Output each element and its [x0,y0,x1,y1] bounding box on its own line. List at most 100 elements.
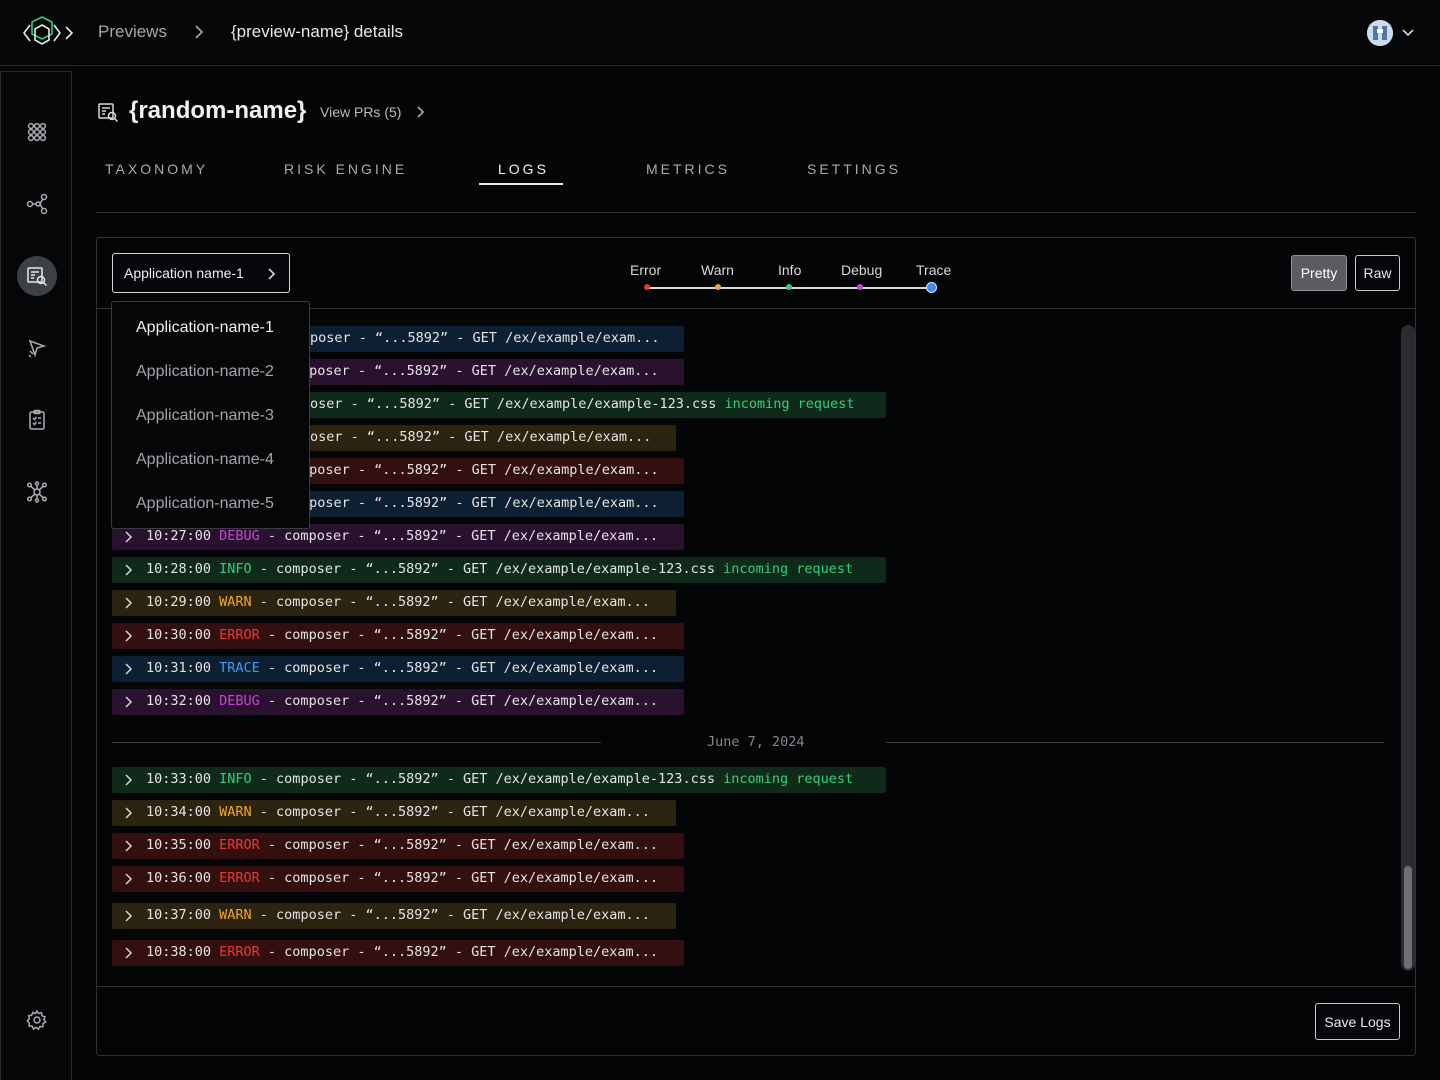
sidebar-item-checklist[interactable] [17,400,57,440]
sidebar-item-graph[interactable] [17,184,57,224]
chevron-right-icon[interactable] [122,772,134,788]
log-row[interactable]: 10:29:00 WARN - composer - “...5892” - G… [112,590,676,616]
dropdown-item[interactable]: Application-name-1 [136,319,274,337]
log-message: 10:35:00 ERROR - composer - “...5892” - … [146,837,658,853]
dropdown-item[interactable]: Application-name-5 [136,495,274,513]
log-level: ERROR [219,627,260,643]
save-logs-button[interactable]: Save Logs [1315,1003,1400,1040]
sidebar-item-network[interactable] [17,472,57,512]
deploy-icon [28,339,47,358]
chevron-right-icon[interactable] [414,104,426,120]
tab-metrics[interactable]: METRICS [646,161,730,177]
application-select[interactable]: Application name-1 [112,253,290,293]
checklist-icon [29,409,45,430]
tab-settings[interactable]: SETTINGS [807,161,901,177]
log-message: 10:27:00 DEBUG - composer - “...5892” - … [146,528,658,544]
log-time: 10:33:00 [146,771,220,787]
dropdown-item[interactable]: Application-name-4 [136,451,274,469]
chevron-right-icon[interactable] [122,595,134,611]
tab-taxonomy[interactable]: TAXONOMY [105,161,208,177]
dropdown-item[interactable]: Application-name-3 [136,407,274,425]
log-scrollbar-thumb[interactable] [1404,866,1412,969]
chevron-right-icon[interactable] [122,661,134,677]
log-text: - composer - “...5892” - GET /ex/example… [259,627,659,643]
breadcrumb-previews[interactable]: Previews [98,22,167,42]
logo-icon[interactable] [22,14,76,52]
level-warn-label[interactable]: Warn [701,262,734,278]
log-text: - composer - “...5892” - GET /ex/example… [251,561,724,577]
log-row[interactable]: 10:35:00 ERROR - composer - “...5892” - … [112,833,684,859]
previews-icon [98,103,119,123]
chevron-right-icon[interactable] [122,694,134,710]
tab-risk-engine[interactable]: RISK ENGINE [284,161,407,177]
previews-icon [27,267,48,287]
chevron-right-icon[interactable] [122,529,134,545]
log-text: - composer - “...5892” - GET /ex/example… [259,693,659,709]
level-trace-label[interactable]: Trace [916,262,951,278]
top-bar: Previews {preview-name} details [0,0,1440,66]
log-row[interactable]: 10:36:00 ERROR - composer - “...5892” - … [112,866,684,892]
footer-divider [96,986,1416,987]
log-message: 10:28:00 INFO - composer - “...5892” - G… [146,561,853,577]
level-info-label[interactable]: Info [778,262,801,278]
log-level: INFO [219,561,252,577]
level-error-label[interactable]: Error [630,262,661,278]
log-row[interactable]: 10:28:00 INFO - composer - “...5892” - G… [112,557,886,583]
sidebar-item-deploy[interactable] [17,328,57,368]
log-level: WARN [219,907,252,923]
chevron-right-icon[interactable] [122,908,134,924]
log-row[interactable]: 10:38:00 ERROR - composer - “...5892” - … [112,940,684,966]
log-row[interactable]: 10:30:00 ERROR - composer - “...5892” - … [112,623,684,649]
log-text: - composer - “...5892” - GET /ex/example… [259,944,659,960]
log-row[interactable]: 10:31:00 TRACE - composer - “...5892” - … [112,656,684,682]
chevron-right-icon[interactable] [122,945,134,961]
breadcrumb-chevron-icon [195,25,204,39]
log-row[interactable]: 10:34:00 WARN - composer - “...5892” - G… [112,800,676,826]
avatar[interactable] [1367,20,1393,46]
chevron-right-icon[interactable] [122,838,134,854]
log-text: - composer - “...5892” - GET /ex/example… [251,907,650,923]
pretty-button[interactable]: Pretty [1291,255,1347,291]
chevron-right-icon[interactable] [122,562,134,578]
log-level: WARN [219,594,252,610]
raw-button[interactable]: Raw [1355,255,1400,291]
log-level: ERROR [219,837,260,853]
sidebar-item-taxonomy[interactable] [17,112,57,152]
log-row[interactable]: 10:32:00 DEBUG - composer - “...5892” - … [112,689,684,715]
date-separator-line [886,742,1384,743]
log-text: - composer - “...5892” - GET /ex/example… [259,660,659,676]
level-warn-dot[interactable] [715,284,721,290]
log-extra: incoming request [723,771,854,787]
settings-icon [26,1009,47,1031]
level-info-dot[interactable] [786,284,792,290]
log-text: - composer - “...5892” - GET /ex/example… [251,771,724,787]
level-debug-dot[interactable] [857,284,863,290]
log-level: DEBUG [219,528,260,544]
log-time: 10:29:00 [146,594,220,610]
chevron-right-icon[interactable] [122,805,134,821]
sidebar-item-previews[interactable] [17,256,57,296]
active-tab-indicator [479,183,563,185]
log-message: 10:30:00 ERROR - composer - “...5892” - … [146,627,658,643]
level-debug-label[interactable]: Debug [841,262,882,278]
log-time: 10:31:00 [146,660,220,676]
log-level: TRACE [219,660,260,676]
log-row[interactable]: 10:33:00 INFO - composer - “...5892” - G… [112,767,886,793]
level-error-dot[interactable] [644,284,650,290]
log-time: 10:27:00 [146,528,220,544]
log-row[interactable]: 10:37:00 WARN - composer - “...5892” - G… [112,903,676,929]
view-prs-link[interactable]: View PRs (5) [320,104,401,120]
tab-logs[interactable]: LOGS [498,161,549,177]
log-message: 10:32:00 DEBUG - composer - “...5892” - … [146,693,658,709]
chevron-right-icon[interactable] [122,628,134,644]
level-slider-handle[interactable] [926,282,937,293]
log-time: 10:34:00 [146,804,220,820]
chevron-down-icon[interactable] [1400,26,1416,40]
log-message: oser - “...5892” - GET /ex/example/examp… [310,396,855,412]
network-icon [26,481,48,503]
log-text: - composer - “...5892” - GET /ex/example… [259,870,659,886]
sidebar-item-settings[interactable] [17,1000,57,1040]
chevron-right-icon[interactable] [122,871,134,887]
page-title: {random-name} [129,97,307,124]
dropdown-item[interactable]: Application-name-2 [136,363,274,381]
